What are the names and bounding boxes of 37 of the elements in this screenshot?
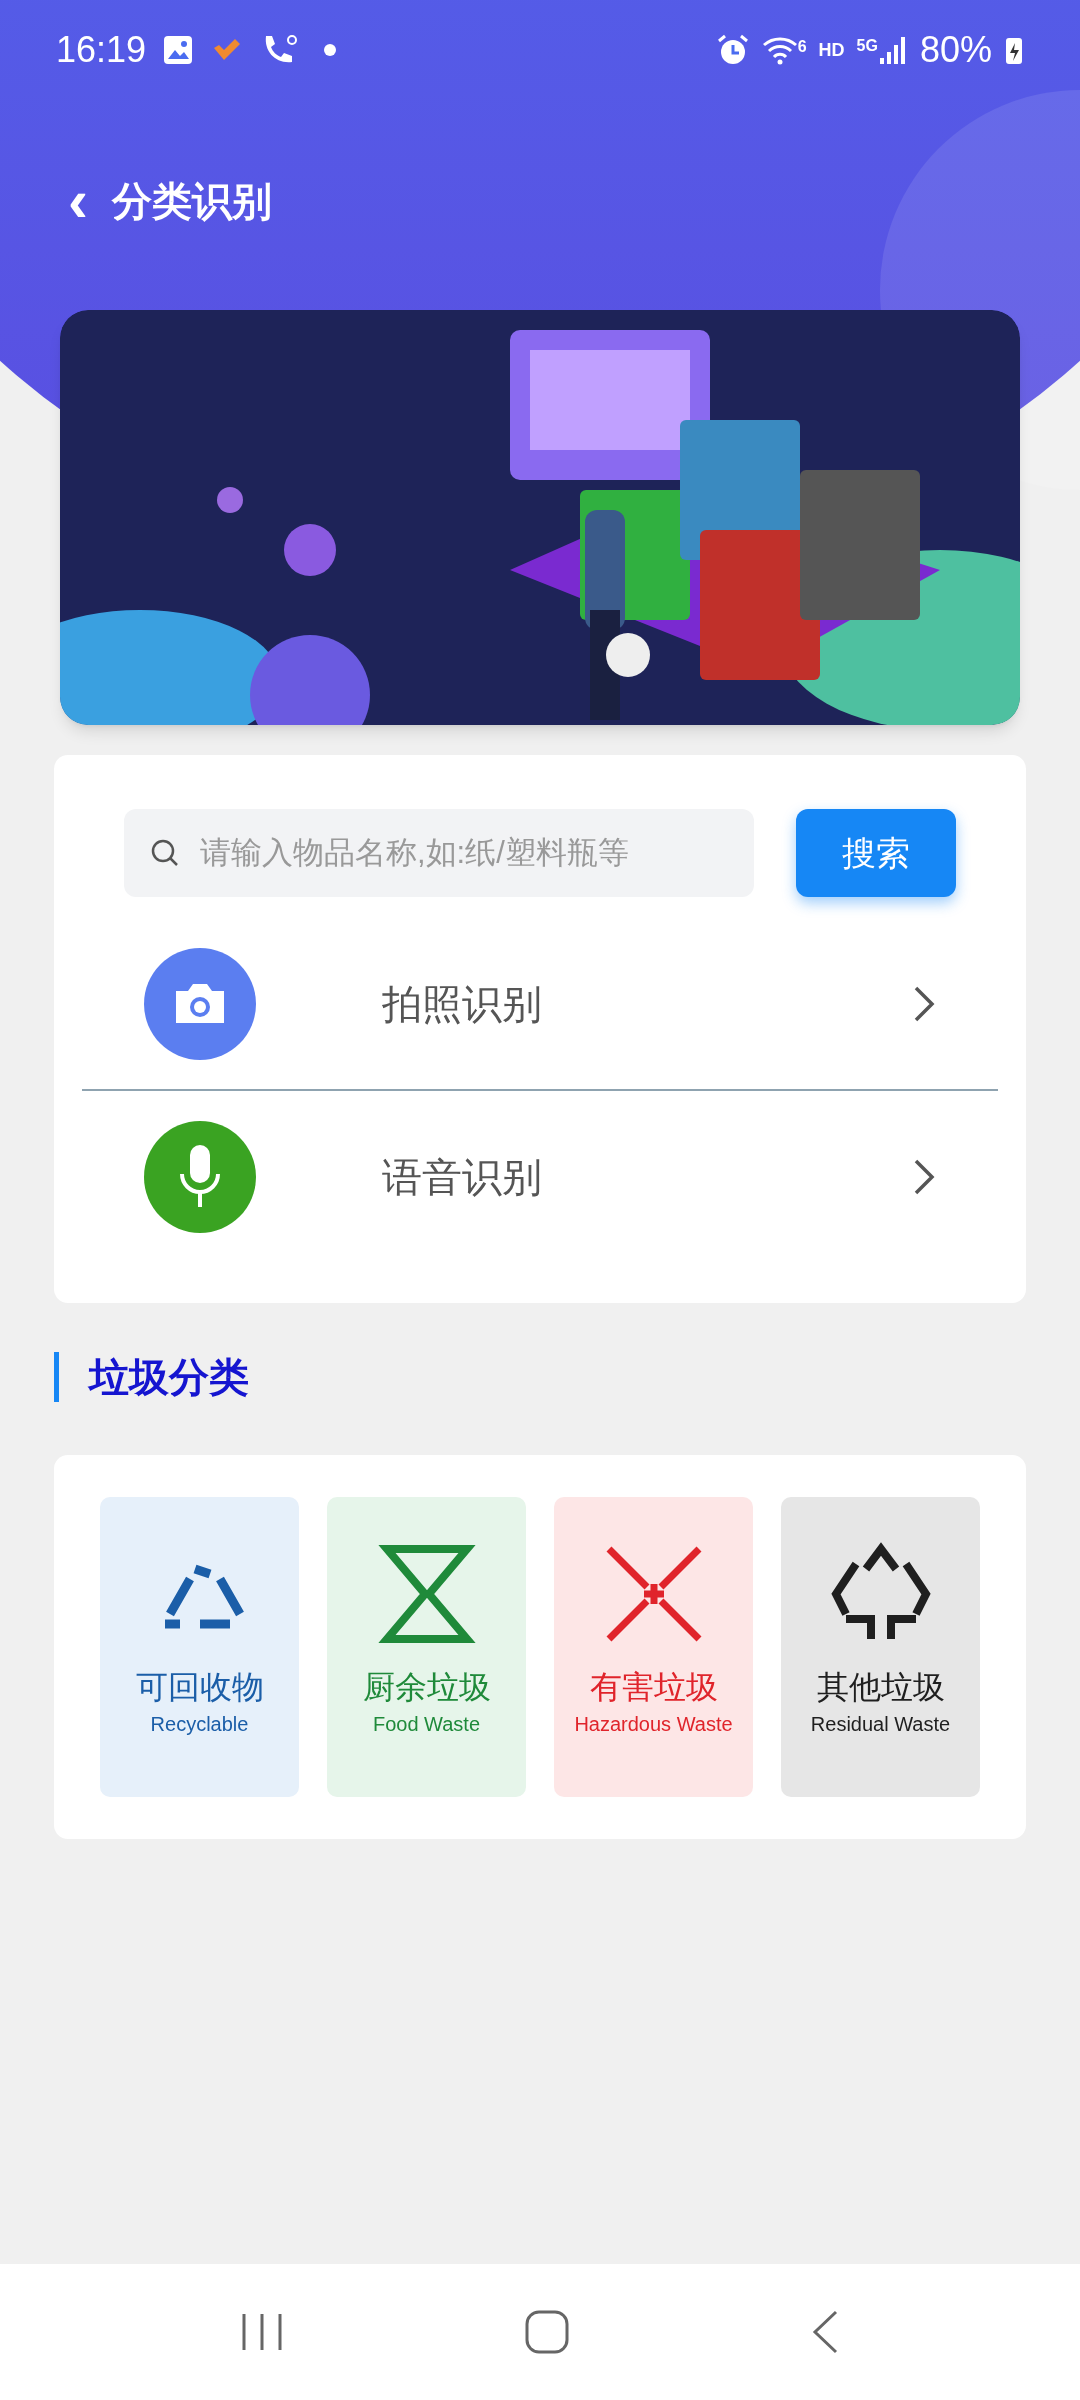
category-english: Hazardous Waste — [574, 1712, 733, 1737]
category-name: 其他垃圾 — [816, 1671, 945, 1703]
back-button[interactable]: ‹ — [60, 171, 96, 231]
signal-icon — [877, 34, 908, 66]
chevron-right-icon — [912, 984, 936, 1024]
recent-apps-icon[interactable] — [240, 2312, 284, 2352]
wifi-standard-label: 6 — [797, 37, 807, 57]
option-label: 拍照识别 — [382, 981, 543, 1028]
network-type: 5G — [856, 36, 878, 56]
category-tile[interactable]: 可回收物 Recyclable — [100, 1497, 299, 1797]
page-title: 分类识别 — [112, 178, 272, 225]
section-marker — [54, 1352, 59, 1402]
status-time: 16:19 — [56, 28, 147, 72]
search-button[interactable]: 搜索 — [796, 809, 956, 897]
chevron-right-icon — [912, 1157, 936, 1197]
category-tile[interactable]: 厨余垃圾 Food Waste — [327, 1497, 526, 1797]
alarm-icon — [715, 33, 750, 67]
hd-label: HD — [818, 38, 845, 62]
category-tile[interactable]: 有害垃圾 Hazardous Waste — [554, 1497, 753, 1797]
search-icon — [150, 838, 180, 868]
category-english: Recyclable — [150, 1712, 249, 1737]
back-icon[interactable] — [810, 2309, 840, 2355]
search-field[interactable]: 请输入物品名称,如:纸/塑料瓶等 — [124, 809, 754, 897]
section-title: 垃圾分类 — [89, 1354, 249, 1401]
battery-percent: 80% — [919, 28, 992, 72]
image-icon — [162, 34, 195, 66]
category-name: 可回收物 — [135, 1671, 264, 1703]
option-label: 语音识别 — [382, 1154, 543, 1201]
category-english: Food Waste — [372, 1712, 481, 1737]
wifi-icon — [761, 35, 798, 65]
category-tile[interactable]: 其他垃圾 Residual Waste — [781, 1497, 980, 1797]
category-name: 有害垃圾 — [589, 1671, 718, 1703]
category-name: 厨余垃圾 — [362, 1671, 491, 1703]
recognition-option[interactable]: 语音识别 — [82, 1091, 998, 1263]
home-icon[interactable] — [524, 2309, 570, 2355]
category-english: Residual Waste — [810, 1712, 951, 1737]
recognition-option[interactable]: 拍照识别 — [82, 919, 998, 1091]
